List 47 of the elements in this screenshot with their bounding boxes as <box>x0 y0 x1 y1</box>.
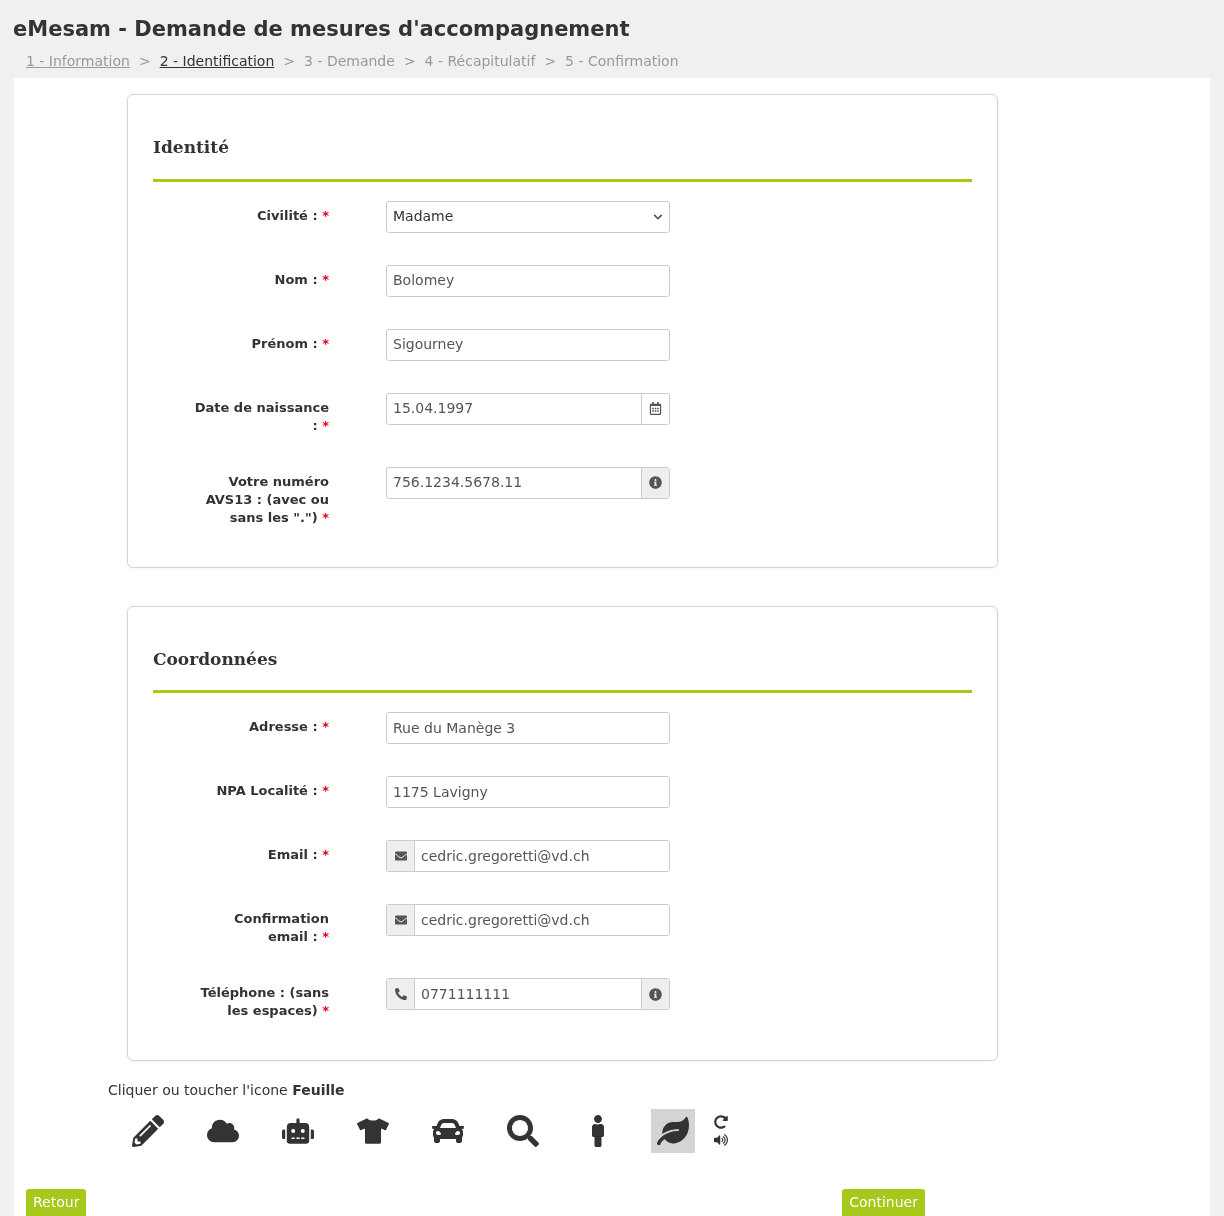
envelope-icon <box>394 914 407 926</box>
input-field[interactable]: 0771111111 <box>386 978 670 1010</box>
search-icon <box>507 1115 539 1147</box>
section-title: Identité <box>153 136 230 159</box>
breadcrumb-separator: > <box>138 51 151 71</box>
field-label: Email : * <box>266 846 329 864</box>
field-label: Date de naissance : * <box>193 398 329 435</box>
refresh-icon[interactable] <box>714 1115 728 1129</box>
envelope-icon <box>394 850 407 862</box>
field-label: Prénom : * <box>250 334 329 353</box>
robot-icon <box>282 1115 314 1147</box>
breadcrumb-link[interactable]: 2 - Identification <box>159 50 275 72</box>
breadcrumb-step: 3 - Demande <box>304 50 395 72</box>
field-label: Confirmation email : * <box>233 910 329 946</box>
chevron-down-icon <box>653 211 663 222</box>
breadcrumb-separator: > <box>544 51 557 71</box>
audio-icon[interactable] <box>714 1133 728 1147</box>
input-field[interactable]: 15.04.1997 <box>386 392 670 425</box>
breadcrumb-step: 4 - Récapitulatif <box>424 50 536 72</box>
pencil-icon <box>132 1115 164 1147</box>
select-field[interactable]: Madame <box>386 200 670 233</box>
leaf-icon <box>657 1115 689 1147</box>
section-title: Coordonnées <box>153 647 279 671</box>
breadcrumb-step: 5 - Confirmation <box>565 50 679 72</box>
field-label: Téléphone : (sans les espaces) * <box>199 984 329 1020</box>
field-label: Civilité : * <box>256 206 329 225</box>
field-label: Adresse : * <box>248 718 329 736</box>
captcha-option[interactable] <box>651 1109 695 1153</box>
input-field[interactable]: Rue du Manège 3 <box>386 712 670 744</box>
breadcrumb-separator: > <box>283 51 296 71</box>
tshirt-icon <box>357 1115 389 1147</box>
calendar-icon[interactable] <box>649 402 662 415</box>
field-label: Votre numéro AVS13 : (avec ou sans les ".") * <box>204 472 329 527</box>
page-title: eMesam - Demande de mesures d'accompagnement <box>12 16 631 43</box>
breadcrumb-separator: > <box>403 51 416 71</box>
input-field[interactable]: cedric.gregoretti@vd.ch <box>386 840 670 872</box>
input-field[interactable]: Bolomey <box>386 264 670 297</box>
input-field[interactable]: cedric.gregoretti@vd.ch <box>386 904 670 936</box>
input-field[interactable]: 756.1234.5678.11 <box>386 466 670 499</box>
input-field[interactable]: 1175 Lavigny <box>386 776 670 808</box>
captcha-instruction: Cliquer ou toucher l'icone Feuille <box>108 1081 346 1100</box>
info-icon[interactable] <box>649 987 662 1001</box>
input-field[interactable]: Sigourney <box>386 328 670 361</box>
field-label: NPA Localité : * <box>215 782 329 800</box>
info-icon[interactable] <box>649 476 662 489</box>
phone-icon <box>394 988 407 1000</box>
field-label: Nom : * <box>273 270 329 289</box>
